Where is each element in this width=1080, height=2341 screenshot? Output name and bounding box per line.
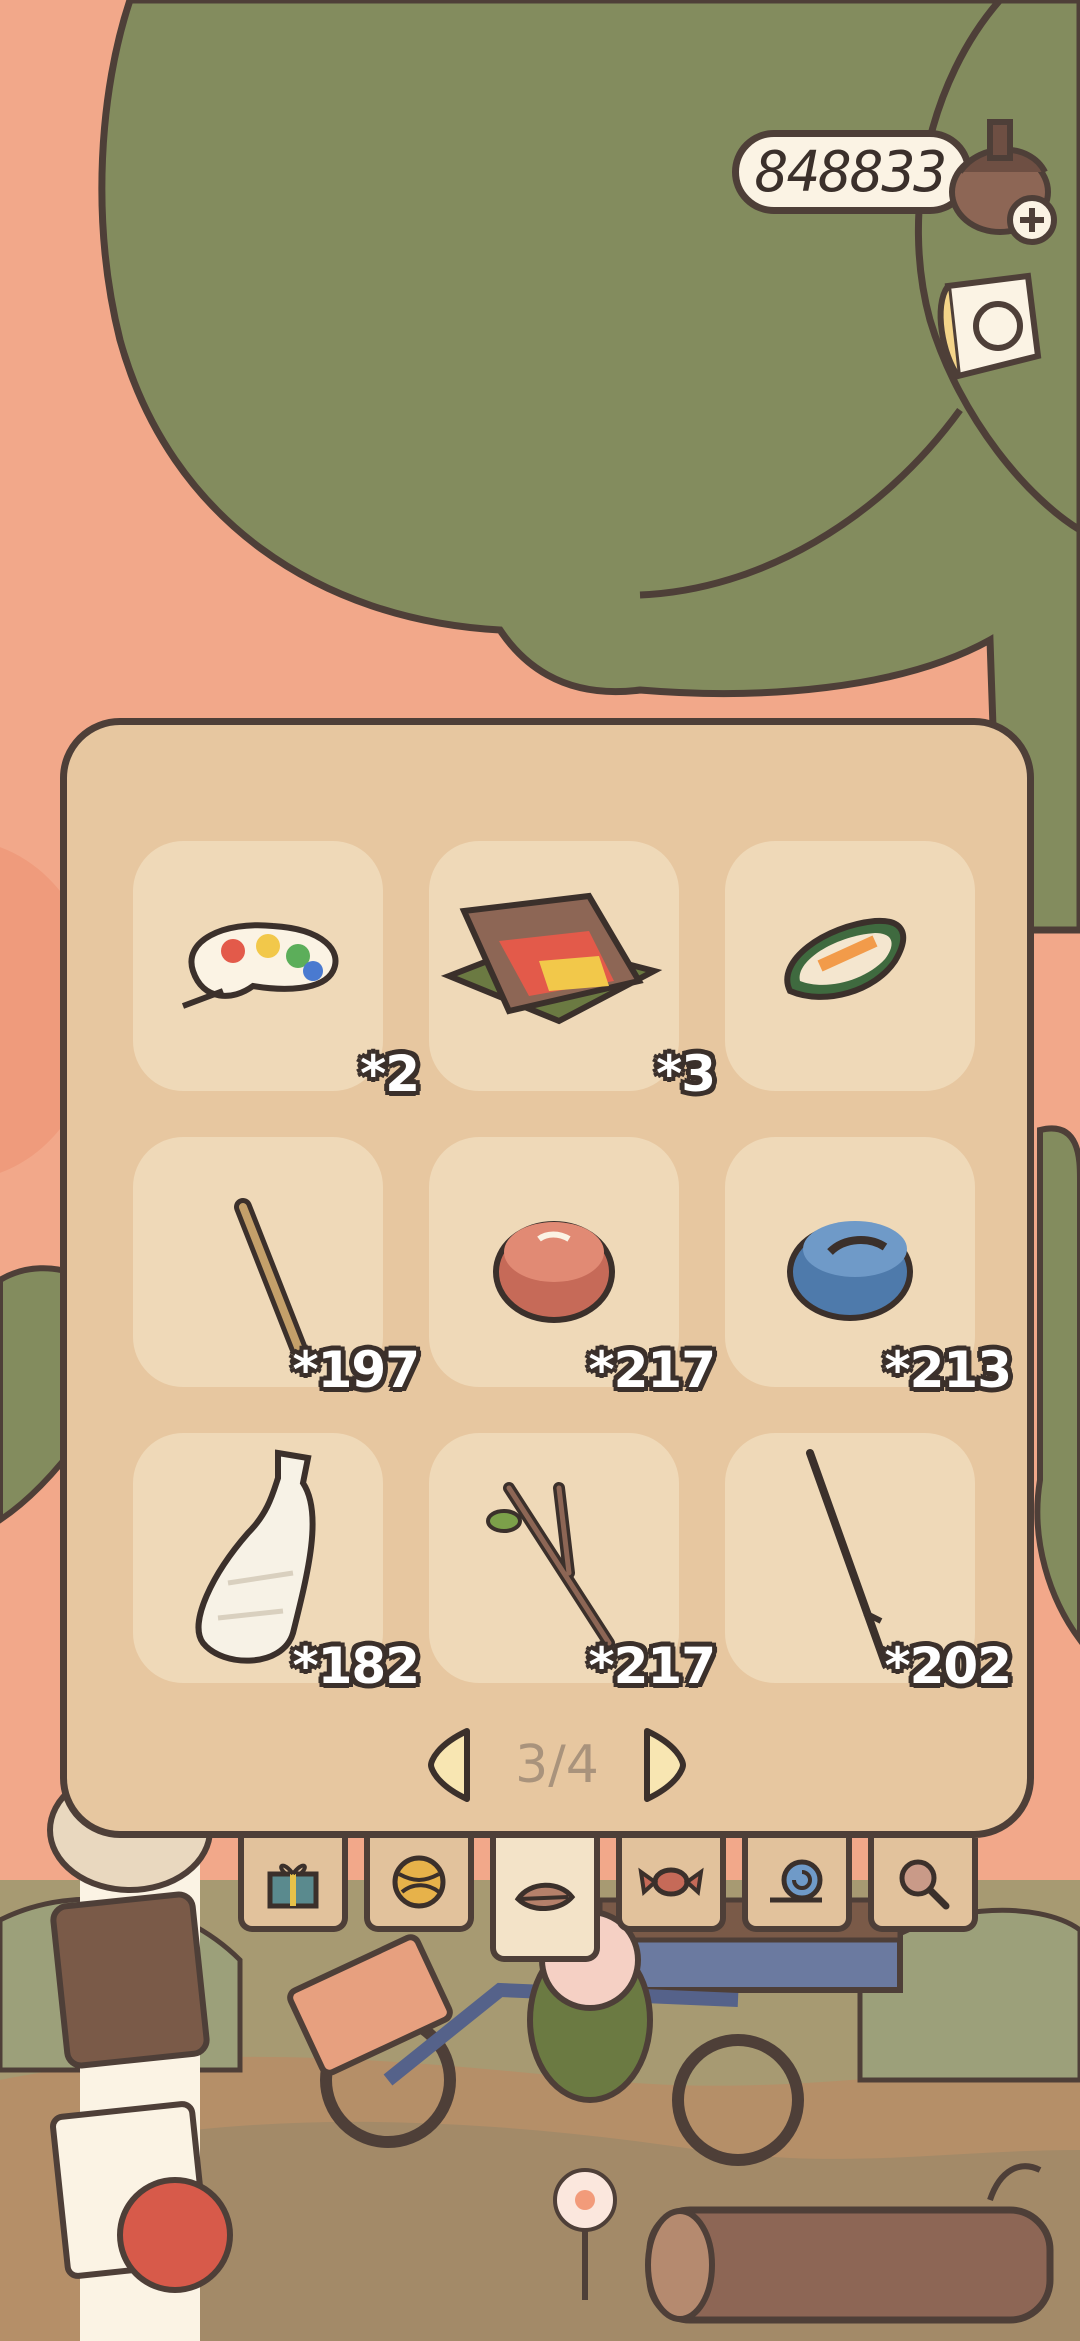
inventory-slot[interactable]: *197 [133, 1137, 420, 1399]
bush-right [1034, 1125, 1080, 1646]
sushi-roll-icon [784, 917, 907, 1000]
inventory-slot[interactable]: *213 [725, 1137, 1012, 1399]
paint-palette-icon [181, 922, 339, 1009]
item-count: *213 [884, 1341, 1012, 1399]
acorn-balance: 848833 [732, 130, 972, 214]
item-count: *197 [292, 1341, 420, 1399]
inventory-slot[interactable]: *202 [725, 1433, 1012, 1695]
tab-yarn[interactable] [364, 1838, 474, 1932]
inventory-slot[interactable]: *182 [133, 1433, 420, 1695]
category-tabs [238, 1838, 984, 1962]
candy-icon [638, 1867, 704, 1897]
magnifier-icon [899, 1859, 950, 1910]
inventory-slot[interactable]: *217 [429, 1433, 716, 1695]
item-count: *202 [884, 1637, 1012, 1695]
page-navigator: 3/4 [427, 1725, 687, 1805]
acorn-amount: 848833 [755, 139, 947, 205]
tab-leaf[interactable] [490, 1838, 600, 1962]
tab-candy[interactable] [616, 1838, 726, 1932]
tab-gifts[interactable] [238, 1838, 348, 1932]
item-count: *217 [588, 1637, 716, 1695]
leaf-icon [514, 1882, 576, 1912]
yarn-ball-icon [392, 1855, 446, 1909]
inventory-slot[interactable]: *3 [429, 841, 716, 1103]
tab-search[interactable] [868, 1838, 978, 1932]
snail-icon [770, 1859, 823, 1903]
scroll-icon[interactable] [928, 266, 1058, 396]
item-count: *217 [588, 1341, 716, 1399]
inventory-slot[interactable]: *3 [725, 841, 975, 1091]
plus-icon [1007, 195, 1057, 245]
cardboard-box-icon [440, 892, 663, 1025]
item-count: *2 [360, 1045, 420, 1103]
item-count: *182 [292, 1637, 420, 1695]
inventory-panel: *2 *3 *3 *197 *217 [60, 718, 1034, 1838]
prev-page-button[interactable] [427, 1727, 471, 1803]
next-page-button[interactable] [643, 1727, 687, 1803]
tab-snail[interactable] [742, 1838, 852, 1932]
inventory-slot[interactable]: *2 [133, 841, 420, 1103]
page-indicator: 3/4 [515, 1735, 599, 1795]
gift-icon [267, 1863, 319, 1909]
item-count: *3 [656, 1045, 716, 1103]
inventory-slot[interactable]: *217 [429, 1137, 716, 1399]
acorn-add-button[interactable] [940, 112, 1070, 252]
